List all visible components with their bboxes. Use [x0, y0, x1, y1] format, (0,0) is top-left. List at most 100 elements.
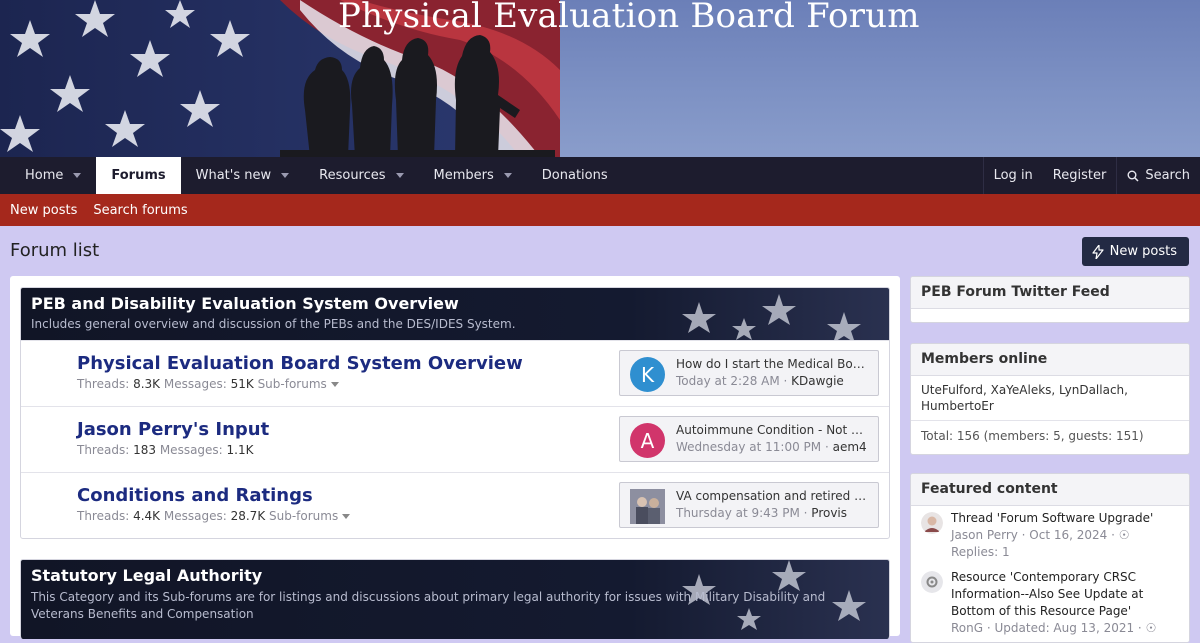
subforums-toggle[interactable]: Sub-forums [269, 509, 338, 523]
flag-stars-graphic [682, 294, 861, 340]
messages-label: Messages: [163, 509, 227, 523]
category-title[interactable]: Statutory Legal Authority [31, 566, 262, 585]
category-description: This Category and its Sub-forums are for… [31, 589, 825, 623]
nav-whats-new[interactable]: What's new [181, 157, 305, 194]
search-link[interactable]: Search [1117, 157, 1200, 194]
new-posts-button[interactable]: New posts [1081, 237, 1189, 266]
nav-forums[interactable]: Forums [96, 157, 181, 194]
category-description-line: Veterans Benefits and Compensation [31, 607, 254, 621]
avatar-photo-icon [630, 489, 665, 524]
sub-nav: New posts Search forums [0, 194, 1200, 226]
chevron-down-icon[interactable] [281, 173, 290, 178]
forum-node: Physical Evaluation Board System Overvie… [21, 340, 889, 406]
category-block: PEB and Disability Evaluation System Ove… [20, 287, 890, 539]
last-post-time[interactable]: Wednesday at 11:00 PM [676, 440, 821, 454]
featured-item-title[interactable]: Resource 'Contemporary CRSC Information-… [951, 569, 1179, 620]
nav-resources-label: Resources [319, 168, 386, 183]
nav-members-label: Members [433, 168, 494, 183]
forum-title[interactable]: Physical Evaluation Board System Overvie… [77, 353, 523, 374]
nav-members[interactable]: Members [419, 157, 527, 194]
last-post-meta: Thursday at 9:43 PM · Provis [676, 506, 848, 520]
featured-item-replies: Replies: 1 [951, 545, 1010, 559]
search-label: Search [1145, 168, 1190, 183]
page-title: Forum list [10, 240, 100, 261]
avatar[interactable]: A [630, 423, 665, 458]
site-banner[interactable]: Physical Evaluation Board Forum [0, 0, 1200, 157]
category-title[interactable]: PEB and Disability Evaluation System Ove… [31, 294, 459, 313]
login-link[interactable]: Log in [984, 157, 1043, 194]
register-link[interactable]: Register [1043, 157, 1117, 194]
last-post-box[interactable]: A Autoimmune Condition - Not Service Con… [619, 416, 879, 462]
category-header: PEB and Disability Evaluation System Ove… [21, 288, 889, 340]
nav-account-links: Log in Register Search [982, 157, 1200, 194]
nav-donations[interactable]: Donations [527, 157, 623, 194]
chevron-down-icon[interactable] [503, 173, 512, 178]
forum-stats: Threads: 183 Messages: 1.1K [77, 443, 254, 457]
forum-stats: Threads: 4.4K Messages: 28.7K Sub-forums [77, 509, 351, 523]
last-post-time[interactable]: Today at 2:28 AM [676, 374, 780, 388]
featured-item-title[interactable]: Thread 'Forum Software Upgrade' [951, 510, 1179, 527]
featured-item-meta: RonG · Updated: Aug 13, 2021 · ☉ [951, 620, 1179, 637]
messages-label: Messages: [159, 443, 223, 457]
chevron-down-icon[interactable] [342, 514, 351, 519]
last-post-box[interactable]: VA compensation and retired pay Thursday… [619, 482, 879, 528]
nav-home[interactable]: Home [10, 157, 96, 194]
last-post-box[interactable]: K How do I start the Medical Board Proce… [619, 350, 879, 396]
messages-count: 1.1K [226, 443, 254, 457]
category-description: Includes general overview and discussion… [31, 317, 516, 331]
forum-title[interactable]: Jason Perry's Input [77, 419, 269, 440]
members-online-list[interactable]: UteFulford, XaYeAleks, LynDallach, Humbe… [911, 376, 1189, 420]
bolt-icon [1092, 244, 1104, 259]
avatar[interactable]: K [630, 357, 665, 392]
members-online-total: Total: 156 (members: 5, guests: 151) [911, 420, 1189, 451]
subforums-toggle[interactable]: Sub-forums [258, 377, 327, 391]
nav-home-label: Home [25, 168, 64, 183]
new-posts-button-label: New posts [1109, 244, 1177, 259]
last-post-title[interactable]: VA compensation and retired pay [676, 489, 868, 503]
award-icon: ☉ [1145, 621, 1157, 635]
nav-whats-new-label: What's new [195, 168, 272, 183]
site-title[interactable]: Physical Evaluation Board Forum [338, 0, 920, 36]
last-post-meta: Wednesday at 11:00 PM · aem4 [676, 440, 867, 454]
messages-count: 28.7K [230, 509, 266, 523]
avatar[interactable] [921, 512, 943, 534]
nav-resources[interactable]: Resources [304, 157, 418, 194]
last-post-user[interactable]: Provis [811, 506, 847, 520]
category-block: Statutory Legal Authority This Category … [20, 559, 890, 639]
last-post-meta: Today at 2:28 AM · KDawgie [676, 374, 844, 388]
award-icon: ☉ [1118, 528, 1130, 542]
last-post-title[interactable]: How do I start the Medical Board Process [676, 357, 868, 371]
featured-list: Thread 'Forum Software Upgrade' Jason Pe… [911, 506, 1189, 642]
main-nav: Home Forums What's new Resources Members… [0, 157, 1200, 194]
threads-label: Threads: [77, 377, 130, 391]
chevron-down-icon[interactable] [73, 173, 82, 178]
subnav-search-forums[interactable]: Search forums [93, 203, 187, 218]
chevron-down-icon[interactable] [395, 173, 404, 178]
forum-node: Jason Perry's Input Threads: 183 Message… [21, 406, 889, 472]
avatar[interactable] [630, 489, 665, 524]
messages-count: 51K [230, 377, 254, 391]
threads-count: 183 [133, 443, 156, 457]
last-post-user[interactable]: KDawgie [791, 374, 844, 388]
subnav-new-posts[interactable]: New posts [10, 203, 77, 218]
last-post-title[interactable]: Autoimmune Condition - Not Service Conne… [676, 423, 868, 437]
featured-item-author-date[interactable]: Jason Perry · Oct 16, 2024 · [951, 528, 1115, 542]
gear-icon [921, 571, 943, 593]
chevron-down-icon[interactable] [330, 382, 339, 387]
featured-item: Thread 'Forum Software Upgrade' Jason Pe… [921, 510, 1179, 561]
forum-stats: Threads: 8.3K Messages: 51K Sub-forums [77, 377, 339, 391]
category-header: Statutory Legal Authority This Category … [21, 560, 889, 639]
last-post-user[interactable]: aem4 [833, 440, 867, 454]
featured-item: Resource 'Contemporary CRSC Information-… [921, 569, 1179, 637]
forum-title[interactable]: Conditions and Ratings [77, 485, 313, 506]
search-icon [1127, 170, 1139, 182]
threads-count: 8.3K [133, 377, 161, 391]
widget-title[interactable]: Featured content [911, 474, 1189, 506]
nav-donations-label: Donations [541, 168, 608, 183]
widget-title[interactable]: Members online [911, 344, 1189, 376]
last-post-time[interactable]: Thursday at 9:43 PM [676, 506, 800, 520]
forum-list-panel: PEB and Disability Evaluation System Ove… [10, 276, 900, 639]
members-online-widget: Members online UteFulford, XaYeAleks, Ly… [910, 343, 1190, 455]
featured-item-author-date[interactable]: RonG · Updated: Aug 13, 2021 · [951, 621, 1142, 635]
threads-label: Threads: [77, 443, 130, 457]
